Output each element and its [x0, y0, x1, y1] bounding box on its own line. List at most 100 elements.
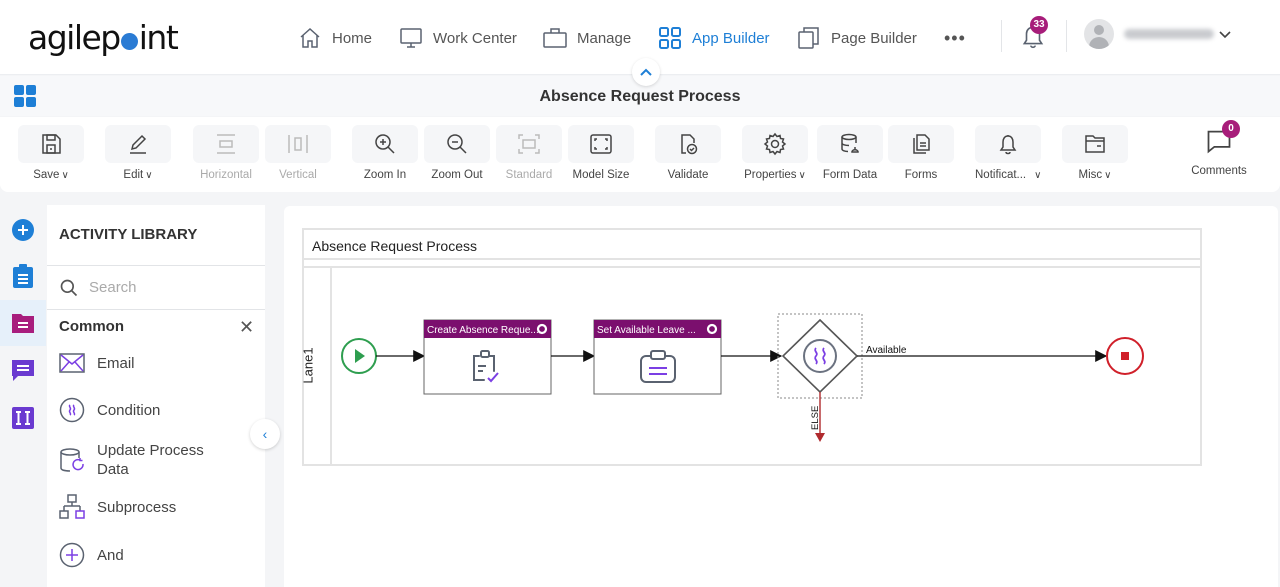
message-icon	[12, 360, 34, 381]
horizontal-align-icon	[217, 134, 235, 154]
library-item-label: Update Process Data	[97, 442, 204, 478]
monitor-icon	[400, 28, 422, 48]
zoom-out-button[interactable]: Zoom Out	[424, 125, 490, 181]
zoom-in-button[interactable]: Zoom In	[352, 125, 418, 181]
library-search	[47, 266, 265, 309]
nav-page-builder[interactable]: Page Builder	[797, 24, 917, 52]
logo-text-start: agilep	[28, 18, 121, 57]
process-canvas[interactable]: Absence Request Process Lane1 Create Abs…	[284, 206, 1278, 587]
nav-manage[interactable]: Manage	[543, 24, 631, 52]
bell-icon	[999, 135, 1017, 155]
nav-work-center-label: Work Center	[433, 29, 517, 47]
save-button[interactable]: Save ∨	[18, 125, 84, 181]
misc-button[interactable]: Misc ∨	[1062, 125, 1128, 181]
more-icon: •••	[944, 27, 966, 48]
condition-gateway[interactable]	[777, 313, 863, 399]
gear-icon	[763, 132, 787, 156]
model-size-button[interactable]: Model Size	[568, 125, 634, 181]
nav-work-center[interactable]: Work Center	[399, 24, 517, 52]
library-item-condition[interactable]: Condition	[59, 397, 160, 423]
and-icon	[59, 542, 85, 568]
horizontal-label: Horizontal	[200, 169, 252, 181]
logo-dot	[120, 33, 138, 50]
library-item-email[interactable]: Email	[59, 350, 135, 376]
rail-activity-library[interactable]	[0, 253, 46, 299]
grid-icon	[659, 27, 681, 49]
validate-button[interactable]: Validate	[655, 125, 721, 181]
rail-forms[interactable]	[0, 300, 46, 346]
vertical-label: Vertical	[279, 169, 317, 181]
edit-label: Edit	[123, 169, 144, 181]
task-title: Set Available Leave ...	[597, 325, 696, 336]
page-title: Absence Request Process	[539, 88, 741, 105]
forms-button[interactable]: Forms	[888, 125, 954, 181]
subprocess-icon	[59, 494, 85, 519]
close-category-icon[interactable]: ✕	[239, 317, 254, 338]
more-menu-button[interactable]: •••	[944, 24, 966, 52]
pencil-icon	[130, 134, 147, 154]
nav-home[interactable]: Home	[298, 24, 372, 52]
standard-size-icon	[518, 134, 540, 154]
user-avatar[interactable]	[1084, 19, 1114, 49]
zoom-out-label: Zoom Out	[431, 169, 483, 181]
save-icon	[42, 134, 61, 154]
user-menu-chevron-icon[interactable]	[1219, 26, 1231, 42]
chevron-up-icon	[640, 68, 652, 76]
task-set-available-leave[interactable]: Set Available Leave ...	[593, 319, 722, 395]
folder-doc-icon	[12, 314, 34, 333]
update-process-data-icon	[60, 448, 84, 472]
library-item-label: Subprocess	[97, 498, 177, 516]
start-event[interactable]	[341, 338, 377, 374]
home-icon	[300, 27, 320, 48]
notifications-button[interactable]: 33	[1020, 16, 1048, 50]
standard-button[interactable]: Standard	[496, 125, 562, 181]
folder-icon	[1085, 135, 1105, 153]
forms-icon	[913, 134, 930, 154]
agilepoint-logo[interactable]: agilep int	[28, 18, 179, 57]
horizontal-button[interactable]: Horizontal	[193, 125, 259, 181]
form-data-button[interactable]: Form Data	[817, 125, 883, 181]
notifications-toolbar-button[interactable]: Notificat... ∨	[975, 125, 1041, 181]
pages-icon	[798, 27, 819, 49]
clipboard-icon	[13, 264, 33, 288]
condition-icon	[59, 397, 85, 423]
activity-library-panel: ACTIVITY LIBRARY Common ✕ Email Conditio…	[47, 205, 265, 587]
validate-icon	[681, 134, 698, 155]
task-create-absence-request[interactable]: Create Absence Reque...	[423, 319, 552, 395]
chevron-left-icon: ‹	[262, 426, 268, 442]
vertical-button[interactable]: Vertical	[265, 125, 331, 181]
collapse-header-button[interactable]	[632, 58, 660, 86]
nav-app-builder[interactable]: App Builder	[658, 24, 770, 52]
standard-label: Standard	[505, 169, 553, 181]
category-common[interactable]: Common	[59, 318, 124, 335]
rail-variables[interactable]	[0, 395, 46, 441]
divider	[47, 309, 265, 310]
rail-add-button[interactable]	[0, 207, 46, 253]
process-diagram: Create Absence Reque... Set Available Le…	[341, 313, 1144, 442]
collapse-library-button[interactable]: ‹	[250, 419, 280, 449]
task-title: Create Absence Reque...	[427, 325, 539, 336]
edit-button[interactable]: Edit ∨	[105, 125, 171, 181]
chevron-down-icon: ∨	[1104, 170, 1112, 181]
user-name-blurred[interactable]	[1124, 29, 1214, 39]
misc-label: Misc	[1078, 169, 1103, 181]
model-size-label: Model Size	[572, 169, 630, 181]
library-item-label: Email	[97, 354, 135, 372]
end-event[interactable]	[1106, 337, 1144, 375]
comments-button[interactable]: 0 Comments	[1186, 120, 1252, 177]
library-title: ACTIVITY LIBRARY	[59, 226, 198, 243]
library-search-input[interactable]	[89, 279, 239, 296]
nav-page-builder-label: Page Builder	[831, 29, 917, 47]
left-rail	[0, 205, 46, 587]
zoom-in-icon	[375, 134, 395, 154]
library-item-update-process-data[interactable]: Update Process Data	[59, 441, 217, 479]
plus-circle-icon	[12, 219, 34, 241]
library-item-and[interactable]: And	[59, 542, 124, 568]
database-icon	[841, 133, 859, 153]
nav-home-label: Home	[332, 29, 373, 47]
validate-label: Validate	[667, 169, 709, 181]
properties-button[interactable]: Properties ∨	[742, 125, 808, 181]
comments-label: Comments	[1191, 165, 1247, 177]
rail-messages[interactable]	[0, 347, 46, 393]
library-item-subprocess[interactable]: Subprocess	[59, 494, 176, 520]
